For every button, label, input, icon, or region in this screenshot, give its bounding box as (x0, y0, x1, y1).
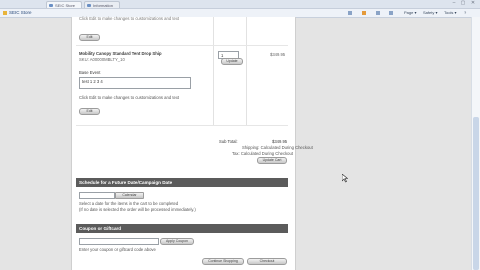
page-menu[interactable]: Page ▾ (404, 10, 416, 16)
close-icon[interactable]: ✕ (469, 1, 477, 6)
help-menu[interactable]: ? (464, 10, 466, 16)
scrollbar-thumb[interactable] (473, 117, 479, 270)
schedule-date-input[interactable] (79, 192, 115, 199)
mail-icon (376, 10, 380, 15)
page-icon (49, 4, 53, 7)
rss-icon (362, 10, 366, 15)
maximize-icon[interactable]: ▢ (459, 1, 467, 6)
item2-option-field[interactable]: test 1 2 3 4 (79, 77, 191, 89)
item2-edit-button[interactable]: Edit (79, 108, 100, 115)
print-icon (389, 10, 393, 15)
item2-note: Click Edit to make changes to customizat… (79, 95, 180, 100)
browser-chrome: SEIC Store Information – ▢ ✕ SEIC Store … (0, 0, 480, 18)
mail-button[interactable] (376, 10, 381, 16)
tools-menu[interactable]: Tools ▾ (444, 10, 456, 16)
tab-information[interactable]: Information (84, 1, 120, 8)
coupon-input[interactable] (79, 238, 159, 245)
tab-label: Information (93, 3, 114, 8)
command-bar: SEIC Store Page ▾ Safety ▾ Tools ▾ ? (0, 9, 480, 17)
row-divider (76, 125, 288, 126)
checkout-button[interactable]: Checkout (247, 258, 287, 265)
favorite-link[interactable]: SEIC Store (3, 10, 32, 16)
favorite-label: SEIC Store (9, 10, 32, 15)
tab-label: SEIC Store (55, 3, 76, 8)
subtotal-label: Sub Total: (219, 139, 238, 144)
home-button[interactable] (348, 10, 353, 16)
row-divider (76, 45, 288, 46)
home-icon (348, 10, 352, 15)
calendar-button[interactable]: Calendar (115, 192, 144, 199)
page-icon (87, 4, 91, 7)
coupon-help: Enter your coupon or giftcard code above (79, 247, 156, 252)
tab-bar: SEIC Store Information – ▢ ✕ (0, 0, 480, 9)
mouse-cursor-icon (342, 174, 348, 183)
continue-shopping-button[interactable]: Continue Shopping (202, 258, 244, 265)
shipping-note: Shipping: Calculated During Checkout (242, 145, 313, 150)
item1-edit-button[interactable]: Edit (79, 34, 100, 41)
item1-note: Click Edit to make changes to customizat… (79, 16, 180, 21)
safety-menu[interactable]: Safety ▾ (423, 10, 437, 16)
subtotal-value: $349.95 (272, 139, 288, 144)
schedule-help-1: Select a date for the items in the cart … (79, 201, 179, 206)
item2-sku: SKU: A00000MBLTY_10 (79, 57, 125, 62)
update-cart-button[interactable]: Update Cart (257, 157, 287, 164)
item2-price: $349.95 (270, 52, 286, 57)
apply-coupon-button[interactable]: Apply Coupon (160, 238, 194, 245)
column-divider (246, 17, 247, 125)
update-item-button[interactable]: Update (221, 58, 243, 65)
tab-seic-store[interactable]: SEIC Store (46, 1, 82, 8)
coupon-header: Coupon or Giftcard (76, 224, 288, 233)
star-icon (3, 10, 7, 15)
schedule-help-2: (If no date is selected the order will b… (79, 207, 196, 212)
vertical-scrollbar[interactable] (471, 17, 480, 270)
item2-name: Mobility Canopy Standard Tent Drop Ship (79, 51, 162, 56)
column-divider (213, 17, 214, 125)
schedule-header: Schedule for a Future Date/Campaign Date (76, 178, 288, 187)
print-button[interactable] (389, 10, 394, 16)
minimize-icon[interactable]: – (450, 1, 458, 6)
cart-page: Click Edit to make changes to customizat… (71, 16, 313, 270)
feeds-button[interactable] (362, 10, 367, 16)
item2-option-label: Base Event (79, 70, 101, 75)
item2-option-value: test 1 2 3 4 (82, 79, 103, 84)
tax-note: Tax: Calculated During Checkout (232, 151, 293, 156)
